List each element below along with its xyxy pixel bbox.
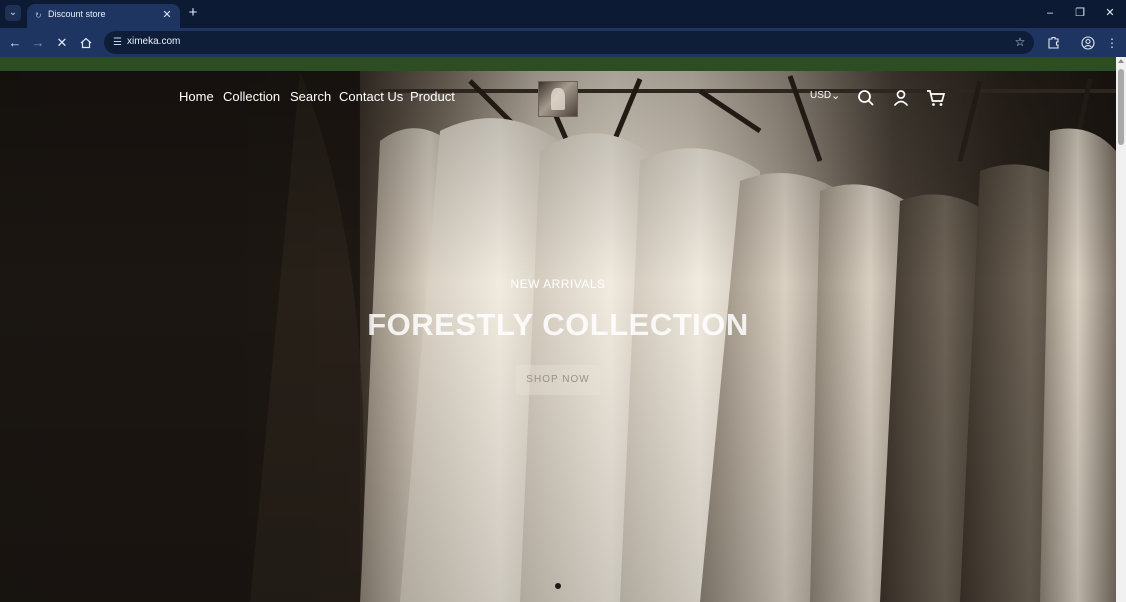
account-icon[interactable] — [892, 89, 912, 109]
cart-icon[interactable] — [926, 89, 946, 109]
hero-kicker: NEW ARRIVALS — [510, 277, 606, 291]
browser-menu-icon[interactable]: ⋮ — [1103, 34, 1121, 52]
window-close-icon[interactable]: ✕ — [1101, 5, 1119, 21]
profile-icon[interactable] — [1079, 34, 1097, 52]
address-bar[interactable]: ☰ ximeka.com ☆ — [104, 31, 1034, 54]
nav-product[interactable]: Product — [410, 89, 455, 104]
new-tab-icon[interactable]: + — [185, 5, 201, 21]
nav-home[interactable]: Home — [179, 89, 214, 104]
slideshow-dot[interactable] — [555, 583, 561, 589]
scroll-thumb[interactable] — [1118, 69, 1124, 145]
minimize-icon[interactable]: – — [1041, 5, 1059, 21]
nav-collection[interactable]: Collection — [223, 89, 280, 104]
url-text[interactable]: ximeka.com — [127, 36, 180, 47]
extensions-icon[interactable] — [1044, 34, 1062, 52]
logo-dress-mark — [551, 88, 565, 110]
chevron-down-icon[interactable]: ⌄ — [831, 89, 840, 102]
tab-search-menu-icon[interactable]: ⌄ — [5, 5, 21, 21]
scroll-up-arrow-icon[interactable] — [1118, 59, 1124, 63]
loading-favicon-icon: ↻ — [35, 11, 42, 20]
hero-banner: Home Collection Search Contact Us Produc… — [0, 71, 1116, 602]
site-info-icon[interactable]: ☰ — [110, 35, 125, 50]
tab-title: Discount store — [48, 9, 106, 19]
browser-tab-strip: ⌄ ↻ Discount store ✕ + – ❐ ✕ — [0, 0, 1126, 28]
bookmark-star-icon[interactable]: ☆ — [1012, 34, 1028, 50]
currency-selector[interactable]: USD — [810, 90, 831, 101]
page-scrollbar[interactable] — [1116, 57, 1126, 602]
home-icon[interactable] — [77, 34, 95, 52]
shop-now-button[interactable]: SHOP NOW — [516, 365, 600, 395]
back-icon[interactable]: ← — [6, 34, 24, 52]
hero-title: FORESTLY COLLECTION — [367, 307, 749, 342]
restore-icon[interactable]: ❐ — [1071, 5, 1089, 21]
announcement-bar — [0, 57, 1116, 71]
nav-search[interactable]: Search — [290, 89, 331, 104]
browser-toolbar: ← → ✕ ☰ ximeka.com ☆ ⋮ — [0, 28, 1126, 57]
site-logo[interactable] — [538, 81, 578, 117]
stop-loading-icon[interactable]: ✕ — [53, 34, 71, 52]
search-icon[interactable] — [857, 89, 877, 109]
forward-icon[interactable]: → — [29, 34, 47, 52]
browser-tab[interactable]: ↻ Discount store ✕ — [27, 4, 180, 28]
tab-close-icon[interactable]: ✕ — [160, 8, 174, 22]
nav-contact-us[interactable]: Contact Us — [339, 89, 403, 104]
